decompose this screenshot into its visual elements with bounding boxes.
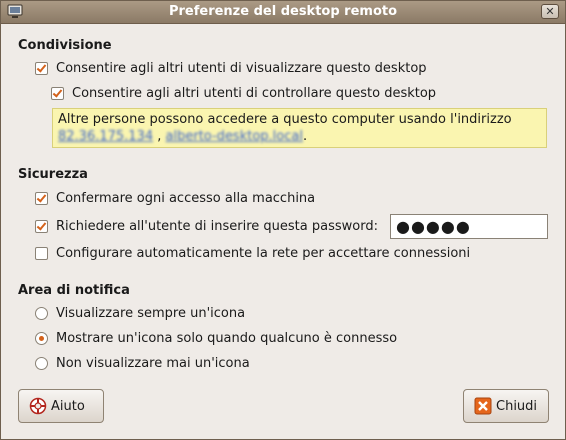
address-separator: , bbox=[157, 129, 162, 144]
notify-never-radio[interactable] bbox=[35, 356, 48, 370]
confirm-access-checkbox[interactable] bbox=[35, 191, 48, 205]
allow-view-checkbox[interactable] bbox=[35, 61, 48, 75]
address-end: . bbox=[302, 129, 308, 144]
allow-view-label: Consentire agli altri utenti di visualiz… bbox=[56, 60, 427, 76]
window-title: Preferenze del desktop remoto bbox=[168, 4, 398, 19]
confirm-access-label: Confermare ogni accesso alla macchina bbox=[56, 190, 316, 206]
require-password-label: Richiedere all'utente di inserire questa… bbox=[56, 218, 378, 234]
configure-network-label: Configurare automaticamente la rete per … bbox=[56, 245, 471, 261]
require-password-checkbox[interactable] bbox=[35, 219, 48, 233]
sharing-heading: Condivisione bbox=[18, 38, 112, 53]
password-field[interactable]: ●●●●● bbox=[390, 214, 548, 239]
require-password-row[interactable]: Richiedere all'utente di inserire questa… bbox=[35, 217, 378, 235]
security-heading: Sicurezza bbox=[18, 167, 88, 182]
notify-never-label: Non visualizzare mai un'icona bbox=[56, 355, 250, 371]
notification-heading: Area di notifica bbox=[18, 283, 130, 298]
configure-network-checkbox[interactable] bbox=[35, 246, 48, 260]
configure-network-row[interactable]: Configurare automaticamente la rete per … bbox=[35, 244, 470, 262]
allow-control-label: Consentire agli altri utenti di controll… bbox=[72, 85, 437, 101]
allow-view-checkbox-row[interactable]: Consentire agli altri utenti di visualiz… bbox=[35, 59, 427, 77]
address-info-box: Altre persone possono accedere a questo … bbox=[52, 108, 547, 148]
preferences-window: Preferenze del desktop remoto ✕ Condivis… bbox=[0, 0, 566, 440]
help-button[interactable]: Aiuto bbox=[18, 389, 104, 423]
address-line: 82.36.175.134 , alberto-desktop.local. bbox=[58, 128, 541, 145]
notify-always-radio[interactable] bbox=[35, 306, 48, 320]
close-x-icon bbox=[474, 397, 492, 415]
close-button[interactable]: Chiudi bbox=[463, 389, 549, 423]
confirm-access-row[interactable]: Confermare ogni accesso alla macchina bbox=[35, 189, 315, 207]
notify-always-row[interactable]: Visualizzare sempre un'icona bbox=[35, 304, 245, 322]
close-window-icon[interactable]: ✕ bbox=[541, 4, 559, 19]
help-button-label: Aiuto bbox=[51, 398, 85, 414]
help-lifebuoy-icon bbox=[29, 397, 47, 415]
address-ip-link[interactable]: 82.36.175.134 bbox=[58, 129, 153, 144]
close-button-label: Chiudi bbox=[496, 398, 538, 414]
allow-control-checkbox-row[interactable]: Consentire agli altri utenti di controll… bbox=[51, 84, 436, 102]
address-host-link[interactable]: alberto-desktop.local bbox=[166, 129, 303, 144]
notify-connected-row[interactable]: Mostrare un'icona solo quando qualcuno è… bbox=[35, 329, 397, 347]
allow-control-checkbox[interactable] bbox=[51, 86, 64, 100]
title-bar[interactable]: Preferenze del desktop remoto ✕ bbox=[1, 1, 565, 24]
notify-never-row[interactable]: Non visualizzare mai un'icona bbox=[35, 354, 250, 372]
address-info-text: Altre persone possono accedere a questo … bbox=[58, 112, 512, 127]
notify-connected-label: Mostrare un'icona solo quando qualcuno è… bbox=[56, 330, 398, 346]
notify-connected-radio[interactable] bbox=[35, 331, 48, 345]
notify-always-label: Visualizzare sempre un'icona bbox=[56, 305, 246, 321]
